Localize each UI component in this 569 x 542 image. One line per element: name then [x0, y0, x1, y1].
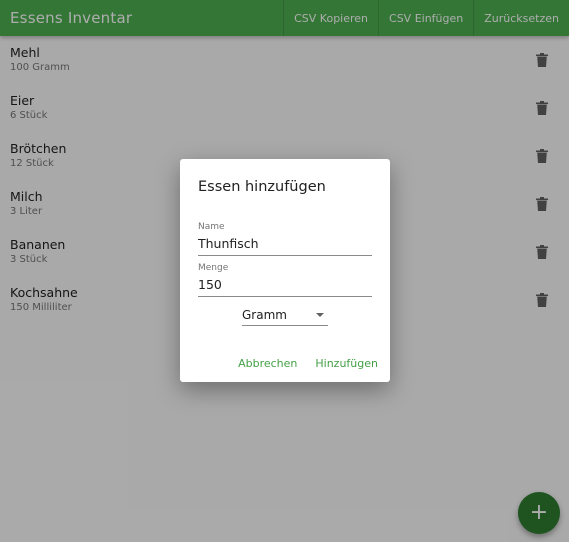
add-button[interactable]: Hinzufügen [315, 357, 378, 370]
add-food-dialog: Essen hinzufügen Name Menge Gramm Abbrec… [180, 159, 390, 382]
name-field[interactable]: Name [198, 221, 372, 256]
unit-select-value: Gramm [242, 307, 287, 322]
amount-field[interactable]: Menge [198, 262, 372, 297]
amount-field-label: Menge [198, 263, 229, 273]
cancel-button[interactable]: Abbrechen [238, 357, 297, 370]
add-item-fab[interactable]: + [518, 492, 560, 534]
name-field-label: Name [198, 222, 225, 232]
dialog-title: Essen hinzufügen [198, 179, 326, 195]
plus-icon: + [529, 500, 549, 525]
amount-input[interactable] [198, 277, 372, 296]
dialog-actions: Abbrechen Hinzufügen [238, 357, 378, 370]
name-input[interactable] [198, 236, 372, 255]
dropdown-arrow-icon [316, 312, 324, 317]
unit-select[interactable]: Gramm [242, 304, 328, 326]
